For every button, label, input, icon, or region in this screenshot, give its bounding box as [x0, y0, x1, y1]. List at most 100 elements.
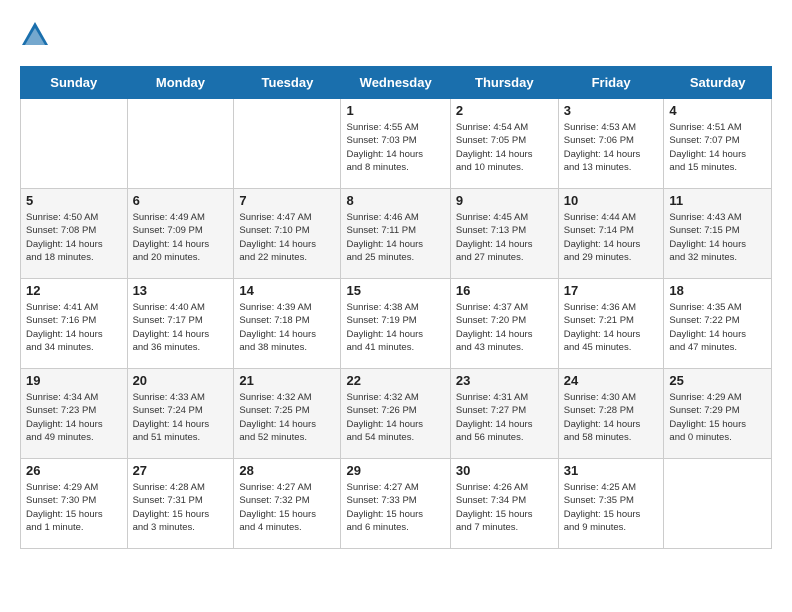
- day-info: Sunrise: 4:37 AM Sunset: 7:20 PM Dayligh…: [456, 301, 553, 354]
- calendar-day-12: 12Sunrise: 4:41 AM Sunset: 7:16 PM Dayli…: [21, 279, 128, 369]
- day-header-sunday: Sunday: [21, 67, 128, 99]
- calendar-day-24: 24 Sunrise: 4:30 AM Sunset: 7:28 PM Dayli…: [558, 369, 664, 459]
- calendar-day-14: 14 Sunrise: 4:39 AM Sunset: 7:18 PM Dayli…: [234, 279, 341, 369]
- empty-cell: [127, 99, 234, 189]
- day-number: 20: [133, 373, 229, 388]
- day-number: 15: [346, 283, 444, 298]
- calendar-day-16: 16 Sunrise: 4:37 AM Sunset: 7:20 PM Dayli…: [450, 279, 558, 369]
- calendar-day-4: 4 Sunrise: 4:51 AM Sunset: 7:07 PM Daylig…: [664, 99, 772, 189]
- day-number: 24: [564, 373, 659, 388]
- calendar-day-29: 29 Sunrise: 4:27 AM Sunset: 7:33 PM Dayli…: [341, 459, 450, 549]
- day-info: Sunrise: 4:51 AM Sunset: 7:07 PM Dayligh…: [669, 121, 766, 174]
- calendar-day-18: 18 Sunrise: 4:35 AM Sunset: 7:22 PM Dayli…: [664, 279, 772, 369]
- day-info: Sunrise: 4:32 AM Sunset: 7:25 PM Dayligh…: [239, 391, 335, 444]
- calendar-day-27: 27 Sunrise: 4:28 AM Sunset: 7:31 PM Dayli…: [127, 459, 234, 549]
- day-header-friday: Friday: [558, 67, 664, 99]
- calendar-day-11: 11 Sunrise: 4:43 AM Sunset: 7:15 PM Dayli…: [664, 189, 772, 279]
- calendar-day-2: 2Sunrise: 4:54 AM Sunset: 7:05 PM Daylig…: [450, 99, 558, 189]
- day-info: Sunrise: 4:35 AM Sunset: 7:22 PM Dayligh…: [669, 301, 766, 354]
- day-info: Sunrise: 4:44 AM Sunset: 7:14 PM Dayligh…: [564, 211, 659, 264]
- day-info: Sunrise: 4:26 AM Sunset: 7:34 PM Dayligh…: [456, 481, 553, 534]
- day-info: Sunrise: 4:27 AM Sunset: 7:33 PM Dayligh…: [346, 481, 444, 534]
- day-number: 31: [564, 463, 659, 478]
- day-number: 28: [239, 463, 335, 478]
- day-info: Sunrise: 4:32 AM Sunset: 7:26 PM Dayligh…: [346, 391, 444, 444]
- day-number: 11: [669, 193, 766, 208]
- calendar-day-26: 26Sunrise: 4:29 AM Sunset: 7:30 PM Dayli…: [21, 459, 128, 549]
- calendar-day-28: 28 Sunrise: 4:27 AM Sunset: 7:32 PM Dayli…: [234, 459, 341, 549]
- day-info: Sunrise: 4:55 AM Sunset: 7:03 PM Dayligh…: [346, 121, 444, 174]
- calendar-day-6: 6 Sunrise: 4:49 AM Sunset: 7:09 PM Daylig…: [127, 189, 234, 279]
- day-header-wednesday: Wednesday: [341, 67, 450, 99]
- day-number: 10: [564, 193, 659, 208]
- day-number: 6: [133, 193, 229, 208]
- day-number: 16: [456, 283, 553, 298]
- day-info: Sunrise: 4:25 AM Sunset: 7:35 PM Dayligh…: [564, 481, 659, 534]
- empty-cell: [21, 99, 128, 189]
- day-info: Sunrise: 4:31 AM Sunset: 7:27 PM Dayligh…: [456, 391, 553, 444]
- day-number: 14: [239, 283, 335, 298]
- day-number: 22: [346, 373, 444, 388]
- empty-cell: [234, 99, 341, 189]
- calendar-day-21: 21 Sunrise: 4:32 AM Sunset: 7:25 PM Dayli…: [234, 369, 341, 459]
- day-number: 13: [133, 283, 229, 298]
- calendar-day-31: 31 Sunrise: 4:25 AM Sunset: 7:35 PM Dayli…: [558, 459, 664, 549]
- calendar-day-7: 7 Sunrise: 4:47 AM Sunset: 7:10 PM Daylig…: [234, 189, 341, 279]
- day-header-monday: Monday: [127, 67, 234, 99]
- day-number: 23: [456, 373, 553, 388]
- day-info: Sunrise: 4:30 AM Sunset: 7:28 PM Dayligh…: [564, 391, 659, 444]
- day-number: 19: [26, 373, 122, 388]
- calendar-day-8: 8Sunrise: 4:46 AM Sunset: 7:11 PM Daylig…: [341, 189, 450, 279]
- day-info: Sunrise: 4:43 AM Sunset: 7:15 PM Dayligh…: [669, 211, 766, 264]
- calendar-week-3: 19Sunrise: 4:34 AM Sunset: 7:23 PM Dayli…: [21, 369, 772, 459]
- calendar-table: SundayMondayTuesdayWednesdayThursdayFrid…: [20, 66, 772, 549]
- day-info: Sunrise: 4:49 AM Sunset: 7:09 PM Dayligh…: [133, 211, 229, 264]
- day-number: 4: [669, 103, 766, 118]
- day-number: 5: [26, 193, 122, 208]
- day-info: Sunrise: 4:40 AM Sunset: 7:17 PM Dayligh…: [133, 301, 229, 354]
- day-info: Sunrise: 4:47 AM Sunset: 7:10 PM Dayligh…: [239, 211, 335, 264]
- day-info: Sunrise: 4:41 AM Sunset: 7:16 PM Dayligh…: [26, 301, 122, 354]
- calendar-day-5: 5Sunrise: 4:50 AM Sunset: 7:08 PM Daylig…: [21, 189, 128, 279]
- day-info: Sunrise: 4:29 AM Sunset: 7:29 PM Dayligh…: [669, 391, 766, 444]
- calendar-header: SundayMondayTuesdayWednesdayThursdayFrid…: [21, 67, 772, 99]
- day-header-tuesday: Tuesday: [234, 67, 341, 99]
- calendar-day-25: 25Sunrise: 4:29 AM Sunset: 7:29 PM Dayli…: [664, 369, 772, 459]
- day-number: 27: [133, 463, 229, 478]
- calendar-week-4: 26Sunrise: 4:29 AM Sunset: 7:30 PM Dayli…: [21, 459, 772, 549]
- day-number: 17: [564, 283, 659, 298]
- logo-icon: [20, 20, 50, 50]
- day-number: 30: [456, 463, 553, 478]
- calendar-day-9: 9 Sunrise: 4:45 AM Sunset: 7:13 PM Daylig…: [450, 189, 558, 279]
- day-number: 7: [239, 193, 335, 208]
- calendar-day-13: 13 Sunrise: 4:40 AM Sunset: 7:17 PM Dayli…: [127, 279, 234, 369]
- calendar-day-15: 15Sunrise: 4:38 AM Sunset: 7:19 PM Dayli…: [341, 279, 450, 369]
- calendar-day-30: 30 Sunrise: 4:26 AM Sunset: 7:34 PM Dayli…: [450, 459, 558, 549]
- day-number: 2: [456, 103, 553, 118]
- calendar-week-2: 12Sunrise: 4:41 AM Sunset: 7:16 PM Dayli…: [21, 279, 772, 369]
- calendar-day-22: 22 Sunrise: 4:32 AM Sunset: 7:26 PM Dayli…: [341, 369, 450, 459]
- day-info: Sunrise: 4:39 AM Sunset: 7:18 PM Dayligh…: [239, 301, 335, 354]
- calendar-day-1: 1Sunrise: 4:55 AM Sunset: 7:03 PM Daylig…: [341, 99, 450, 189]
- calendar-day-17: 17 Sunrise: 4:36 AM Sunset: 7:21 PM Dayli…: [558, 279, 664, 369]
- day-number: 9: [456, 193, 553, 208]
- day-header-saturday: Saturday: [664, 67, 772, 99]
- day-info: Sunrise: 4:45 AM Sunset: 7:13 PM Dayligh…: [456, 211, 553, 264]
- day-number: 29: [346, 463, 444, 478]
- day-number: 21: [239, 373, 335, 388]
- calendar-day-23: 23 Sunrise: 4:31 AM Sunset: 7:27 PM Dayli…: [450, 369, 558, 459]
- day-info: Sunrise: 4:36 AM Sunset: 7:21 PM Dayligh…: [564, 301, 659, 354]
- logo: [20, 20, 54, 50]
- empty-cell: [664, 459, 772, 549]
- calendar-week-0: 1Sunrise: 4:55 AM Sunset: 7:03 PM Daylig…: [21, 99, 772, 189]
- day-info: Sunrise: 4:28 AM Sunset: 7:31 PM Dayligh…: [133, 481, 229, 534]
- calendar-body: 1Sunrise: 4:55 AM Sunset: 7:03 PM Daylig…: [21, 99, 772, 549]
- calendar-week-1: 5Sunrise: 4:50 AM Sunset: 7:08 PM Daylig…: [21, 189, 772, 279]
- day-info: Sunrise: 4:27 AM Sunset: 7:32 PM Dayligh…: [239, 481, 335, 534]
- calendar-day-10: 10 Sunrise: 4:44 AM Sunset: 7:14 PM Dayli…: [558, 189, 664, 279]
- day-info: Sunrise: 4:33 AM Sunset: 7:24 PM Dayligh…: [133, 391, 229, 444]
- day-header-thursday: Thursday: [450, 67, 558, 99]
- day-number: 8: [346, 193, 444, 208]
- day-number: 18: [669, 283, 766, 298]
- calendar-day-3: 3Sunrise: 4:53 AM Sunset: 7:06 PM Daylig…: [558, 99, 664, 189]
